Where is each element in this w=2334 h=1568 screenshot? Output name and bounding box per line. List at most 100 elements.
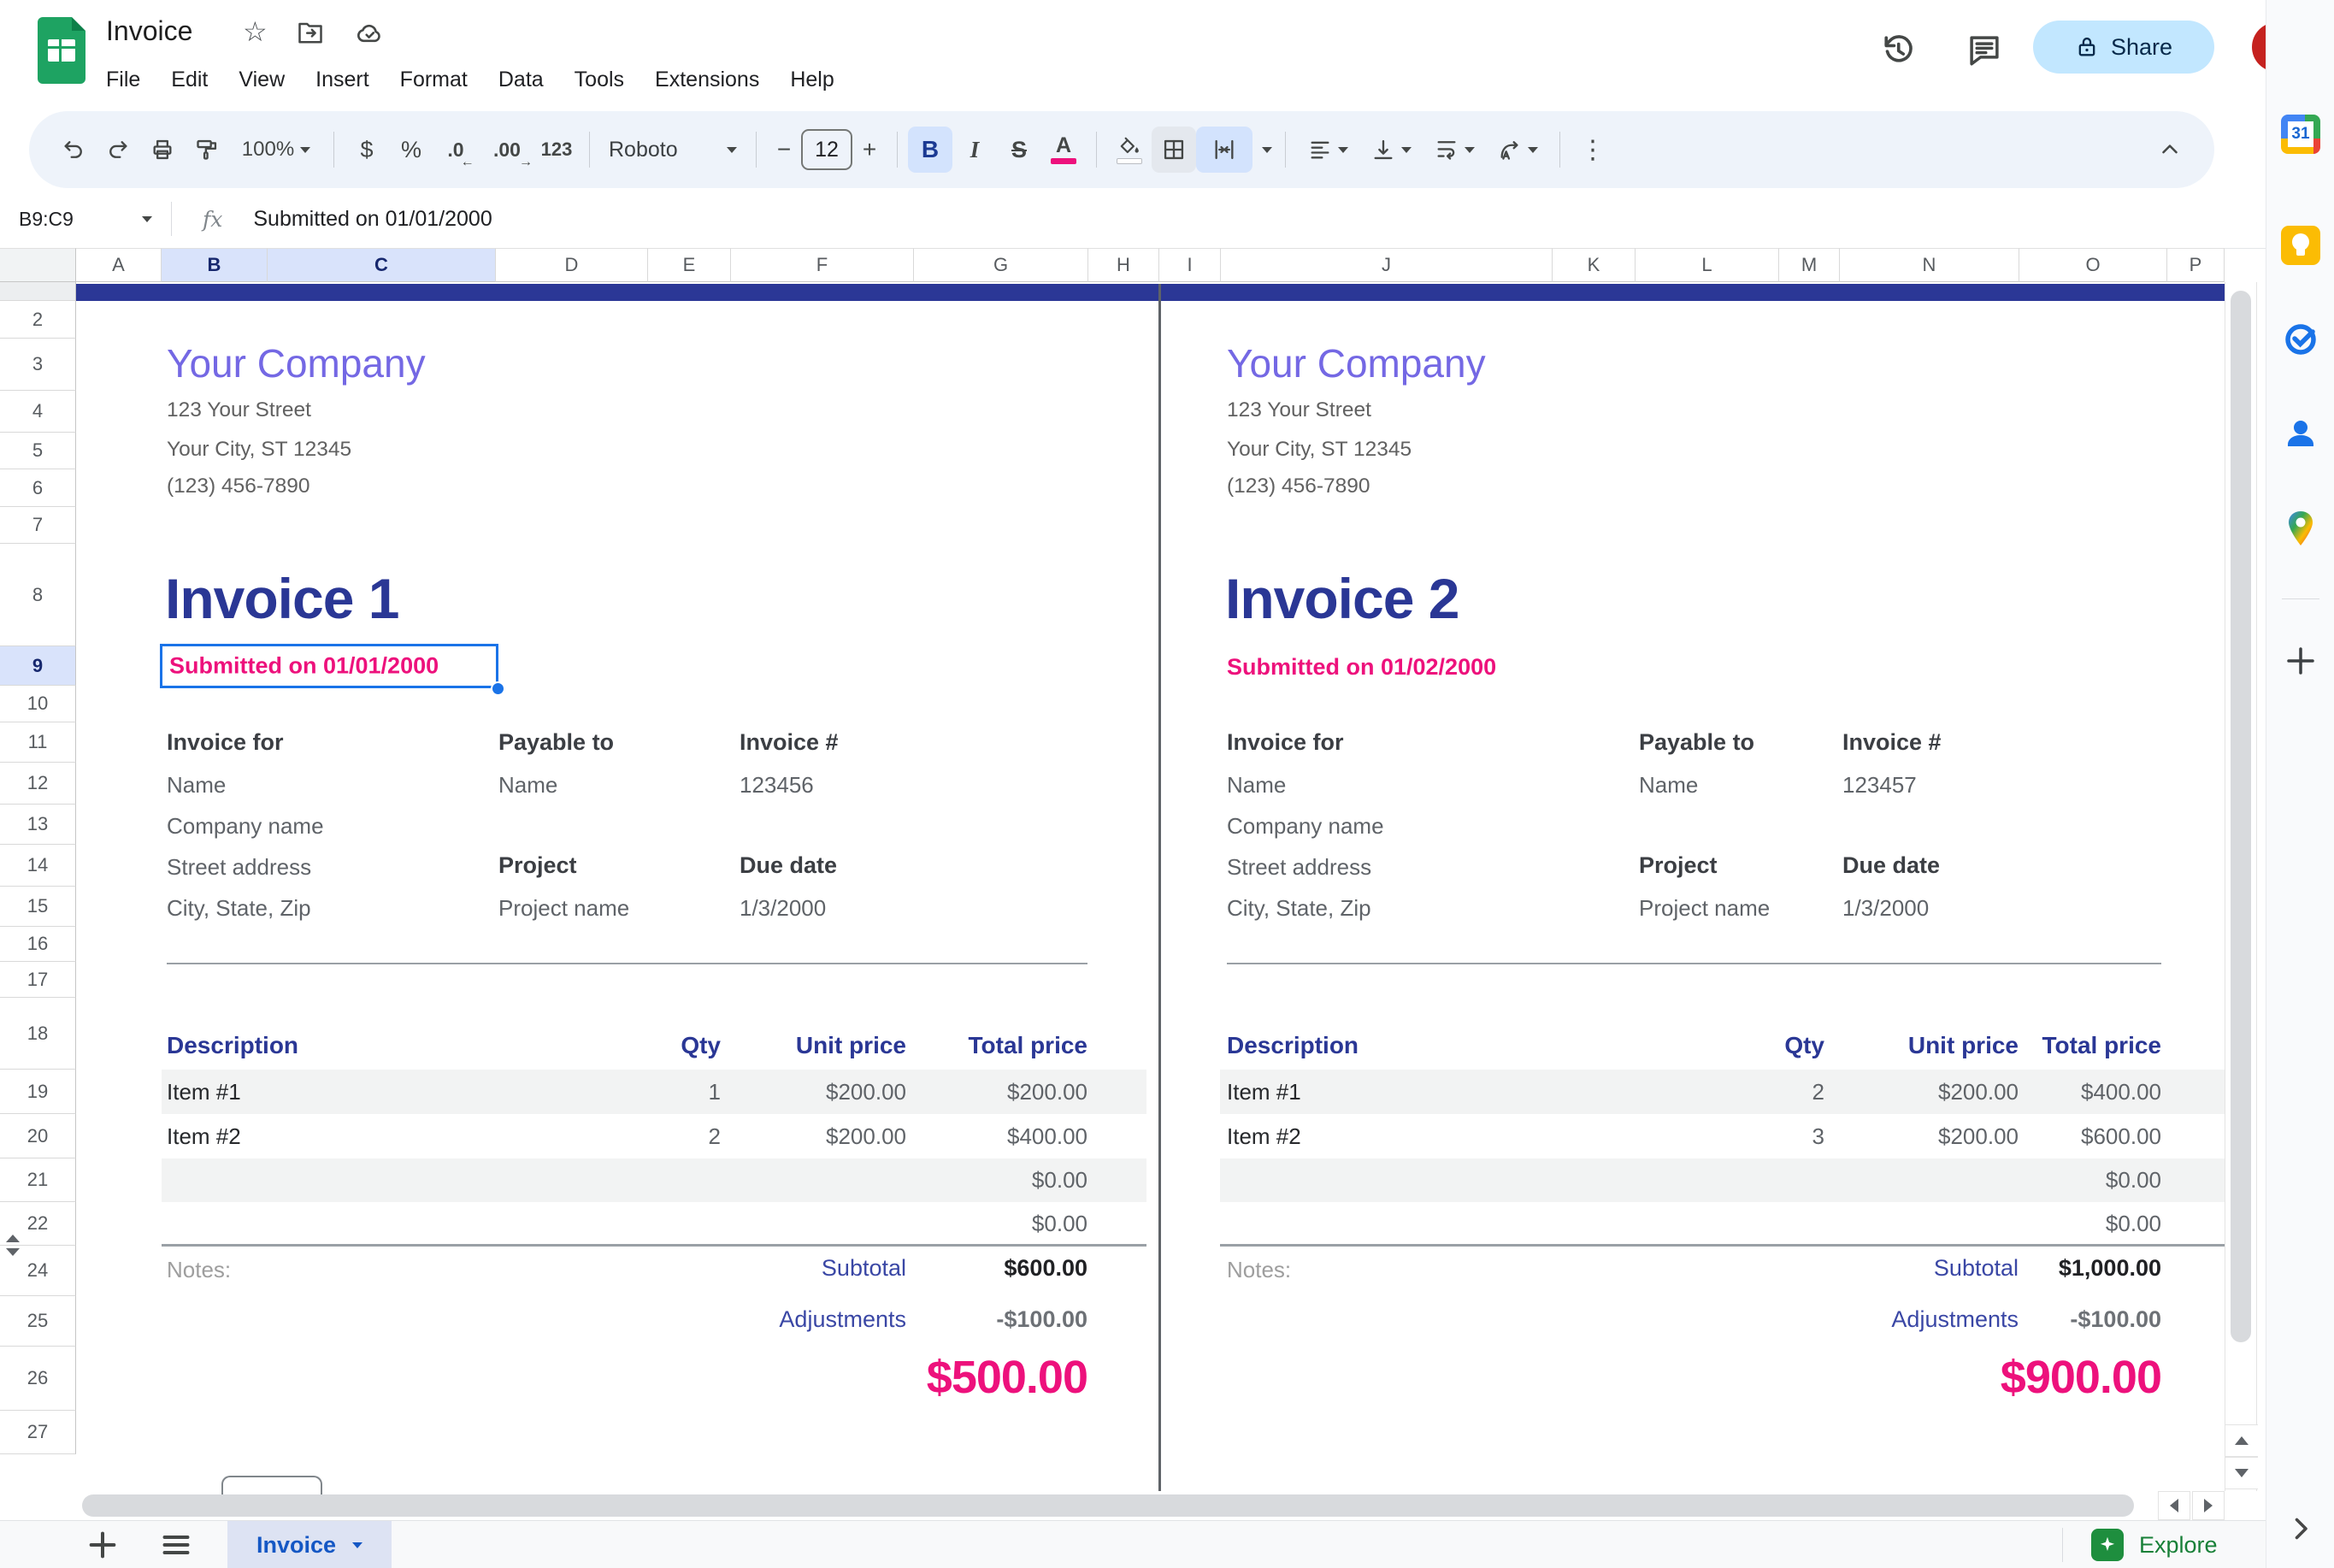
all-sheets-button[interactable]	[161, 1530, 192, 1559]
row-header-14[interactable]: 14	[0, 845, 76, 887]
font-size-input[interactable]: 12	[801, 129, 852, 170]
sheets-logo[interactable]	[38, 17, 85, 84]
strikethrough-button[interactable]: S	[997, 127, 1041, 173]
column-header-I[interactable]: I	[1159, 248, 1221, 282]
row-header-8[interactable]: 8	[0, 544, 76, 646]
increase-decimal-button[interactable]: .00→	[485, 127, 529, 173]
menu-item-data[interactable]: Data	[498, 68, 544, 92]
collapse-toolbar-button[interactable]	[2148, 127, 2192, 173]
column-header-H[interactable]: H	[1088, 248, 1159, 282]
more-toolbar-button[interactable]: ⋮	[1571, 127, 1615, 173]
decrease-font-size-button[interactable]: −	[767, 127, 801, 173]
cloud-status-icon[interactable]	[356, 21, 385, 44]
column-header-E[interactable]: E	[648, 248, 731, 282]
menu-item-help[interactable]: Help	[790, 68, 834, 92]
horizontal-align-button[interactable]	[1296, 127, 1359, 173]
table-row[interactable]: $0.00	[162, 1202, 1146, 1246]
row-header-11[interactable]: 11	[0, 722, 76, 763]
comments-icon[interactable]	[1966, 32, 2002, 68]
hidden-row-down-icon[interactable]	[6, 1248, 20, 1256]
scroll-up-button[interactable]	[2225, 1424, 2258, 1457]
google-tasks-icon[interactable]	[2280, 318, 2321, 359]
row-header-5[interactable]: 5	[0, 433, 76, 469]
select-all-corner[interactable]	[0, 248, 76, 282]
column-header-L[interactable]: L	[1636, 248, 1779, 282]
redo-button[interactable]	[96, 127, 140, 173]
explore-button[interactable]: Explore	[2091, 1529, 2218, 1561]
column-header-G[interactable]: G	[914, 248, 1088, 282]
expand-panel-icon[interactable]	[2285, 1513, 2316, 1544]
hidden-row-up-icon[interactable]	[6, 1235, 20, 1242]
column-header-F[interactable]: F	[731, 248, 914, 282]
row-header-6[interactable]: 6	[0, 469, 76, 507]
bold-button[interactable]: B	[908, 127, 952, 173]
google-keep-icon[interactable]	[2281, 226, 2320, 265]
row-header-24[interactable]: 24	[0, 1246, 76, 1296]
google-contacts-icon[interactable]	[2281, 414, 2320, 453]
format-percent-button[interactable]: %	[389, 127, 433, 173]
row-header-2[interactable]: 2	[0, 301, 76, 339]
row-header-21[interactable]: 21	[0, 1158, 76, 1202]
merge-cells-dropdown[interactable]	[1252, 127, 1275, 173]
font-select[interactable]: Roboto	[600, 127, 746, 173]
share-button[interactable]: Share	[2033, 21, 2214, 74]
format-currency-button[interactable]: $	[345, 127, 389, 173]
number-format-button[interactable]: 123	[534, 127, 579, 173]
scroll-left-button[interactable]	[2158, 1491, 2190, 1520]
column-header-P[interactable]: P	[2167, 248, 2225, 282]
fill-handle[interactable]	[491, 681, 505, 696]
column-header-K[interactable]: K	[1553, 248, 1636, 282]
print-button[interactable]	[140, 127, 185, 173]
row-header-10[interactable]: 10	[0, 686, 76, 722]
sheet-tab-invoice[interactable]: Invoice	[227, 1521, 392, 1568]
decrease-decimal-button[interactable]: .0←	[433, 127, 478, 173]
row-header-1[interactable]	[0, 282, 76, 301]
horizontal-scrollbar-thumb[interactable]	[82, 1494, 2134, 1517]
menu-item-file[interactable]: File	[106, 68, 140, 92]
vertical-scrollbar-thumb[interactable]	[2231, 291, 2251, 1342]
table-row[interactable]: $0.00	[162, 1158, 1146, 1202]
increase-font-size-button[interactable]: +	[852, 127, 887, 173]
row-header-20[interactable]: 20	[0, 1114, 76, 1158]
borders-button[interactable]	[1152, 127, 1196, 173]
add-sheet-button[interactable]	[85, 1528, 120, 1562]
table-row[interactable]: Item #11$200.00$200.00	[162, 1070, 1146, 1114]
star-icon[interactable]: ☆	[243, 15, 268, 48]
menu-item-format[interactable]: Format	[400, 68, 468, 92]
column-header-A[interactable]: A	[76, 248, 162, 282]
row-header-27[interactable]: 27	[0, 1411, 76, 1454]
zoom-select[interactable]: 100%	[229, 127, 323, 173]
undo-button[interactable]	[51, 127, 96, 173]
column-header-C[interactable]: C	[268, 248, 496, 282]
paint-format-button[interactable]	[185, 127, 229, 173]
column-header-M[interactable]: M	[1779, 248, 1840, 282]
row-header-25[interactable]: 25	[0, 1296, 76, 1347]
table-row[interactable]: Item #22$200.00$400.00	[162, 1114, 1146, 1158]
row-header-17[interactable]: 17	[0, 962, 76, 998]
italic-button[interactable]: I	[952, 127, 997, 173]
menu-item-extensions[interactable]: Extensions	[655, 68, 759, 92]
text-color-button[interactable]: A	[1041, 127, 1086, 173]
row-header-12[interactable]: 12	[0, 763, 76, 805]
name-box[interactable]: B9:C9	[0, 208, 171, 231]
vertical-align-button[interactable]	[1359, 127, 1423, 173]
row-header-18[interactable]: 18	[0, 998, 76, 1070]
row-header-7[interactable]: 7	[0, 507, 76, 544]
move-folder-icon[interactable]	[298, 21, 323, 44]
menu-item-insert[interactable]: Insert	[315, 68, 369, 92]
table-row[interactable]: $0.00	[1220, 1202, 2233, 1246]
column-header-O[interactable]: O	[2019, 248, 2167, 282]
row-header-15[interactable]: 15	[0, 887, 76, 927]
row-header-3[interactable]: 3	[0, 339, 76, 391]
row-header-13[interactable]: 13	[0, 805, 76, 845]
column-header-N[interactable]: N	[1840, 248, 2019, 282]
scroll-right-button[interactable]	[2192, 1491, 2225, 1520]
cell-selection[interactable]: Submitted on 01/01/2000	[160, 644, 498, 688]
menu-item-tools[interactable]: Tools	[575, 68, 624, 92]
column-header-D[interactable]: D	[496, 248, 648, 282]
row-header-9[interactable]: 9	[0, 646, 76, 686]
formula-input[interactable]: Submitted on 01/01/2000	[253, 207, 492, 232]
fill-color-button[interactable]	[1107, 127, 1152, 173]
add-icon[interactable]	[2283, 643, 2319, 679]
text-wrap-button[interactable]	[1423, 127, 1486, 173]
